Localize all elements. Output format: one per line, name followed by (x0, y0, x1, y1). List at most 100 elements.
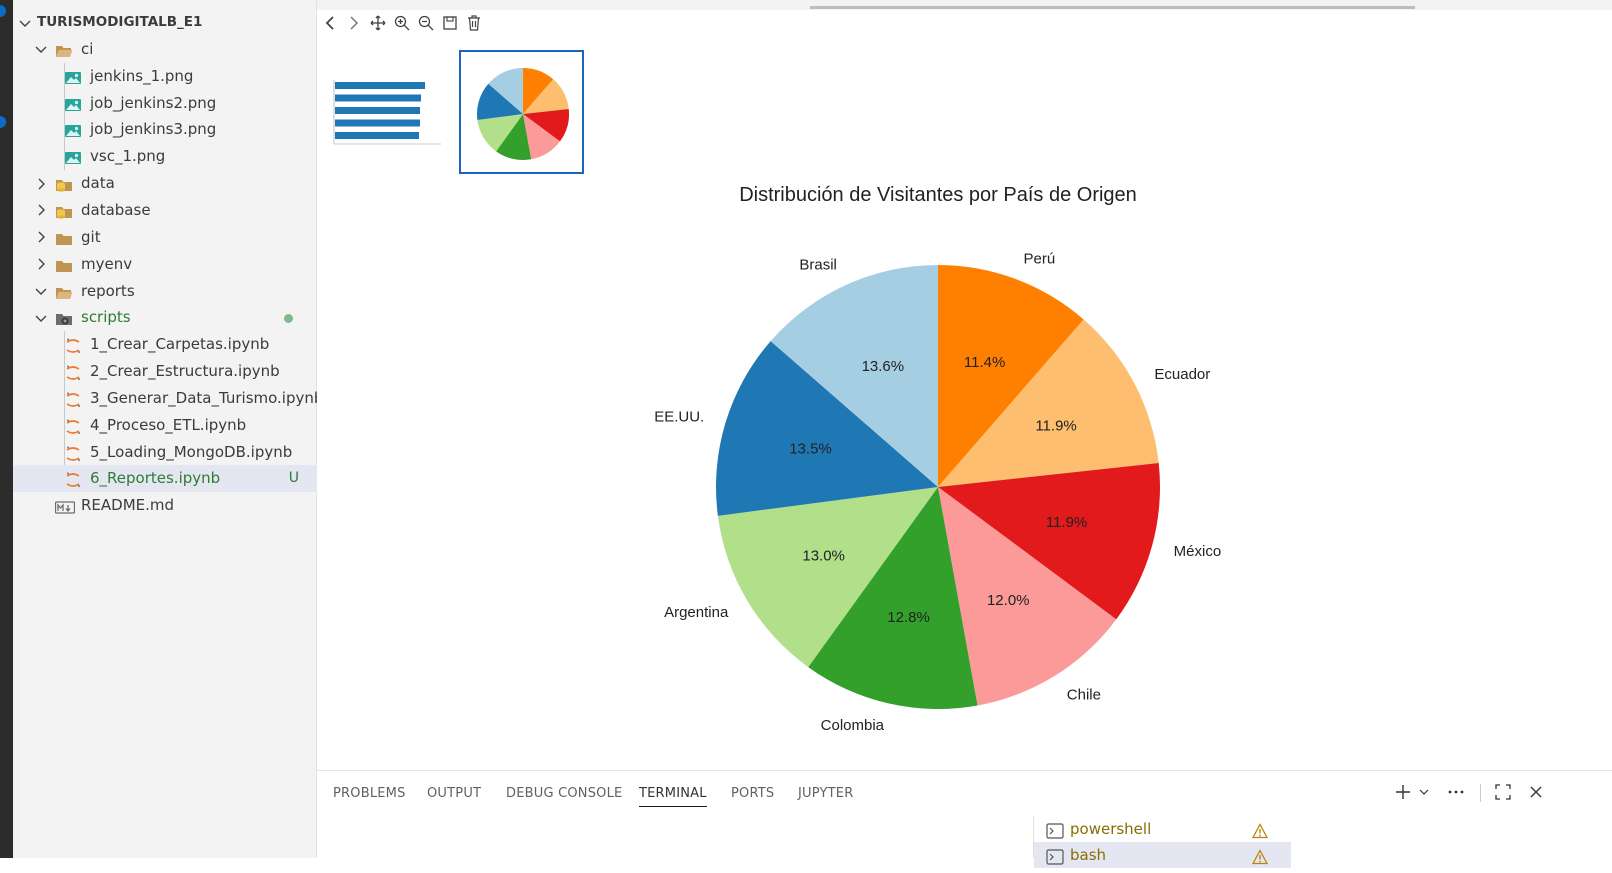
folder-icon (55, 256, 73, 273)
folder-icon (55, 229, 73, 246)
activity-indicator-dot (0, 116, 6, 128)
notebook-file-icon (64, 417, 82, 434)
panel-tab-terminal[interactable]: TERMINAL (639, 786, 707, 807)
activity-indicator-dot (0, 5, 6, 17)
folder-row[interactable]: scripts (13, 304, 317, 331)
chevron-down-icon[interactable] (17, 9, 33, 36)
slice-category-label: Argentina (664, 604, 729, 621)
file-row[interactable]: 1_Crear_Carpetas.ipynb (13, 331, 317, 358)
tree-item-label: git (81, 227, 101, 246)
terminal-item-bash[interactable]: bash (1034, 842, 1291, 868)
slice-category-label: Perú (1024, 250, 1056, 267)
image-file-icon (64, 148, 82, 165)
database-folder-icon (55, 175, 73, 192)
file-row[interactable]: job_jenkins2.png (13, 90, 317, 117)
tree-item-label: 4_Proceso_ETL.ipynb (90, 415, 247, 434)
folder-row[interactable]: database (13, 197, 317, 224)
chart-title: Distribución de Visitantes por País de O… (739, 184, 1137, 206)
slice-category-label: Colombia (821, 717, 885, 734)
slice-percent-label: 11.4% (964, 354, 1005, 371)
slice-percent-label: 11.9% (1046, 514, 1087, 531)
terminal-icon (1046, 847, 1064, 865)
chevron-right-icon[interactable] (33, 170, 49, 197)
tree-item-label: README.md (81, 496, 175, 515)
folder-open-icon (55, 41, 73, 58)
image-file-icon (64, 121, 82, 138)
maximize-panel-icon[interactable] (1492, 781, 1514, 803)
chevron-down-icon[interactable] (33, 36, 49, 63)
chevron-right-icon[interactable] (33, 251, 49, 278)
file-row[interactable]: 2_Crear_Estructura.ipynb (13, 358, 317, 385)
plot-viewer: Distribución de Visitantes por País de O… (317, 0, 1612, 770)
chevron-down-icon[interactable] (33, 278, 49, 305)
file-row[interactable]: 5_Loading_MongoDB.ipynb (13, 439, 317, 466)
file-row[interactable]: jenkins_1.png (13, 63, 317, 90)
terminal-item-powershell[interactable]: powershell (1034, 816, 1291, 842)
slice-percent-label: 13.5% (789, 440, 832, 457)
tree-item-label: job_jenkins3.png (90, 120, 217, 139)
close-panel-icon[interactable] (1525, 781, 1547, 803)
terminal-name: bash (1070, 846, 1107, 864)
warning-icon (1251, 821, 1269, 839)
new-terminal-icon[interactable] (1392, 781, 1414, 803)
slice-percent-label: 12.8% (887, 609, 930, 626)
pie-chart: Distribución de Visitantes por País de O… (654, 184, 1222, 734)
tree-item-label: myenv (81, 254, 133, 273)
chevron-right-icon[interactable] (33, 224, 49, 251)
slice-percent-label: 13.0% (802, 547, 845, 564)
file-row[interactable]: 3_Generar_Data_Turismo.ipynb (13, 385, 323, 412)
folder-row[interactable]: data (13, 170, 317, 197)
tree-item-label: 6_Reportes.ipynb (90, 469, 221, 488)
tree-item-label: job_jenkins2.png (90, 93, 217, 112)
file-row[interactable]: job_jenkins3.png (13, 116, 317, 143)
terminal-list: powershell bash (1033, 816, 1291, 868)
panel-tab-ports[interactable]: PORTS (731, 786, 774, 801)
warning-icon (1251, 847, 1269, 865)
panel-tab-debug-console[interactable]: DEBUG CONSOLE (506, 786, 622, 801)
activity-bar-edge (0, 0, 13, 858)
slice-category-label: Chile (1067, 686, 1101, 703)
tree-item-label: data (81, 174, 115, 193)
folder-row[interactable]: git (13, 224, 317, 251)
file-row[interactable]: 4_Proceso_ETL.ipynb (13, 412, 317, 439)
slice-percent-label: 13.6% (862, 358, 905, 375)
slice-category-label: Ecuador (1154, 366, 1210, 383)
notebook-file-icon (64, 444, 82, 461)
folder-row[interactable]: myenv (13, 251, 317, 278)
chevron-right-icon[interactable] (33, 197, 49, 224)
folder-row[interactable]: reports (13, 278, 317, 305)
notebook-file-icon (64, 363, 82, 381)
panel-tab-output[interactable]: OUTPUT (427, 786, 481, 801)
folder-row[interactable]: ci (13, 36, 317, 63)
notebook-file-icon (64, 470, 82, 488)
git-status-badge: U (288, 470, 299, 487)
explorer-root-label: TURISMODIGITALB_E1 (37, 14, 203, 30)
slice-percent-label: 12.0% (987, 592, 1030, 609)
file-row[interactable]: 6_Reportes.ipynb U (13, 465, 317, 493)
explorer-root-folder[interactable]: TURISMODIGITALB_E1 (13, 9, 317, 36)
scripts-folder-icon (55, 309, 73, 326)
explorer-sidebar: TURISMODIGITALB_E1ci jenkins_1.png job_jen… (13, 0, 323, 858)
slice-category-label: México (1174, 543, 1222, 560)
tree-item-label: vsc_1.png (90, 147, 166, 166)
panel-tab-jupyter[interactable]: JUPYTER (798, 786, 853, 801)
file-row[interactable]: README.md (13, 492, 317, 519)
tree-item-label: jenkins_1.png (90, 66, 194, 85)
terminal-icon (1046, 821, 1064, 839)
more-actions-icon[interactable] (1445, 781, 1467, 803)
chevron-down-icon[interactable] (1413, 781, 1435, 803)
tree-item-label: ci (81, 39, 94, 58)
panel-tab-problems[interactable]: PROBLEMS (333, 786, 406, 801)
file-row[interactable]: vsc_1.png (13, 143, 317, 170)
terminal-name: powershell (1070, 820, 1152, 838)
chevron-down-icon[interactable] (33, 304, 49, 331)
notebook-file-icon (64, 390, 82, 407)
markdown-file-icon (54, 497, 76, 514)
image-file-icon (64, 68, 82, 85)
tree-item-label: 3_Generar_Data_Turismo.ipynb (90, 388, 324, 407)
image-file-icon (64, 95, 82, 112)
tree-item-label: database (81, 200, 151, 219)
database-folder-icon (55, 202, 73, 219)
tree-item-label: 2_Crear_Estructura.ipynb (90, 362, 280, 381)
slice-category-label: EE.UU. (654, 408, 704, 425)
